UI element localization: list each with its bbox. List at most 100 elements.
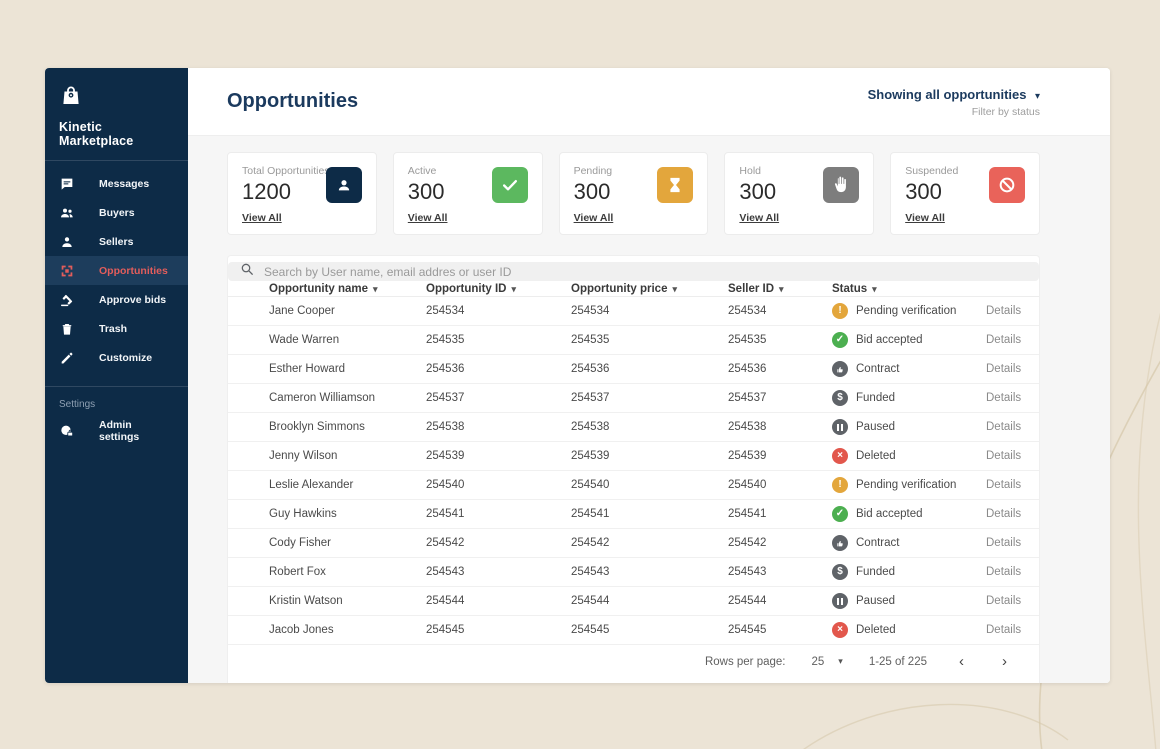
table-row[interactable]: Guy Hawkins 254541 254541 254541 ✓ Bid a… [228, 500, 1039, 529]
opportunity-name-cell: Cody Fisher [269, 537, 426, 549]
opportunity-id-cell: 254537 [426, 392, 571, 404]
brand: Kinetic Marketplace [45, 68, 188, 161]
details-button[interactable]: Details › [986, 624, 1040, 637]
seller-id-cell: 254539 [728, 450, 832, 462]
view-all-link[interactable]: View All [242, 212, 282, 224]
status-label: Funded [856, 392, 895, 404]
sidebar-item-buyers[interactable]: Buyers [45, 198, 188, 227]
details-button[interactable]: Details › [986, 450, 1040, 463]
seller-icon [59, 234, 75, 250]
seller-id-cell: 254535 [728, 334, 832, 346]
table-body: Jane Cooper 254534 254534 254534 ! Pendi… [228, 297, 1039, 645]
shopping-bag-icon [59, 84, 83, 108]
search-bar[interactable] [228, 262, 1039, 281]
table-row[interactable]: Brooklyn Simmons 254538 254538 254538 Pa… [228, 413, 1039, 442]
table-row[interactable]: Jane Cooper 254534 254534 254534 ! Pendi… [228, 297, 1039, 326]
sidebar-item-approve-bids[interactable]: Approve bids [45, 285, 188, 314]
status-label: Paused [856, 595, 895, 607]
status-filter-dropdown[interactable]: Showing all opportunities ▾ Filter by st… [868, 86, 1040, 118]
view-all-link[interactable]: View All [739, 212, 779, 224]
opportunity-id-cell: 254539 [426, 450, 571, 462]
sidebar-item-messages[interactable]: Messages [45, 169, 188, 198]
sidebar-item-sellers[interactable]: Sellers [45, 227, 188, 256]
table-row[interactable]: Robert Fox 254543 254543 254543 $ Funded… [228, 558, 1039, 587]
opportunity-price-cell: 254543 [571, 566, 728, 578]
main-content: Opportunities Showing all opportunities … [188, 68, 1110, 683]
opportunity-price-cell: 254535 [571, 334, 728, 346]
table-row[interactable]: Cameron Williamson 254537 254537 254537 … [228, 384, 1039, 413]
details-label: Details [986, 566, 1021, 578]
status-cell: ! Pending verification [832, 477, 986, 493]
details-label: Details [986, 334, 1021, 346]
sidebar-item-trash[interactable]: Trash [45, 314, 188, 343]
details-label: Details [986, 421, 1021, 433]
sidebar-item-admin-settings[interactable]: Admin settings [45, 416, 188, 445]
chevron-right-icon: › [1039, 624, 1040, 637]
sidebar-item-label: Trash [99, 323, 127, 335]
view-all-link[interactable]: View All [905, 212, 945, 224]
table-row[interactable]: Jacob Jones 254545 254545 254545 × Delet… [228, 616, 1039, 645]
person-badge-icon [326, 167, 362, 203]
view-all-link[interactable]: View All [574, 212, 614, 224]
details-button[interactable]: Details › [986, 392, 1040, 405]
status-funded-icon: $ [832, 390, 848, 406]
hourglass-icon [657, 167, 693, 203]
hand-icon [823, 167, 859, 203]
details-button[interactable]: Details › [986, 566, 1040, 579]
details-button[interactable]: Details › [986, 508, 1040, 521]
admin-lock-icon [59, 423, 75, 439]
opportunity-price-cell: 254538 [571, 421, 728, 433]
search-input[interactable] [264, 265, 1027, 279]
table-row[interactable]: Kristin Watson 254544 254544 254544 Paus… [228, 587, 1039, 616]
chevron-right-icon: › [1039, 421, 1040, 434]
table-row[interactable]: Wade Warren 254535 254535 254535 ✓ Bid a… [228, 326, 1039, 355]
sidebar-item-opportunities[interactable]: Opportunities [45, 256, 188, 285]
status-cell: $ Funded [832, 564, 986, 580]
status-contract-icon [832, 361, 848, 377]
details-button[interactable]: Details › [986, 334, 1040, 347]
chevron-right-icon: › [1039, 595, 1040, 608]
details-button[interactable]: Details › [986, 537, 1040, 550]
table-header-row: Opportunity name▾Opportunity ID▾Opportun… [228, 281, 1039, 297]
table-row[interactable]: Leslie Alexander 254540 254540 254540 ! … [228, 471, 1039, 500]
column-header-seller-id[interactable]: Seller ID▾ [728, 283, 832, 295]
brand-name: Kinetic Marketplace [59, 120, 174, 148]
details-button[interactable]: Details › [986, 595, 1040, 608]
opportunity-id-cell: 254535 [426, 334, 571, 346]
opportunity-id-cell: 254545 [426, 624, 571, 636]
details-button[interactable]: Details › [986, 305, 1040, 318]
rows-per-page-select[interactable]: 25 ▾ [811, 656, 842, 668]
status-contract-icon [832, 535, 848, 551]
column-header-opportunity-name[interactable]: Opportunity name▾ [269, 283, 426, 295]
status-label: Contract [856, 363, 899, 375]
opportunity-id-cell: 254534 [426, 305, 571, 317]
table-row[interactable]: Esther Howard 254536 254536 254536 Contr… [228, 355, 1039, 384]
previous-page-button[interactable]: ‹ [953, 654, 970, 669]
opportunity-id-cell: 254543 [426, 566, 571, 578]
column-header-opportunity-id[interactable]: Opportunity ID▾ [426, 283, 571, 295]
view-all-link[interactable]: View All [408, 212, 448, 224]
opportunity-name-cell: Jenny Wilson [269, 450, 426, 462]
opportunity-id-cell: 254536 [426, 363, 571, 375]
column-header-status[interactable]: Status▾ [832, 283, 986, 295]
details-button[interactable]: Details › [986, 479, 1040, 492]
table-row[interactable]: Jenny Wilson 254539 254539 254539 × Dele… [228, 442, 1039, 471]
table-row[interactable]: Cody Fisher 254542 254542 254542 Contrac… [228, 529, 1039, 558]
status-label: Bid accepted [856, 508, 923, 520]
details-button[interactable]: Details › [986, 363, 1040, 376]
details-label: Details [986, 479, 1021, 491]
opportunity-id-cell: 254542 [426, 537, 571, 549]
sidebar-item-customize[interactable]: Customize [45, 343, 188, 372]
details-label: Details [986, 624, 1021, 636]
blocked-icon [989, 167, 1025, 203]
opportunity-name-cell: Brooklyn Simmons [269, 421, 426, 433]
sidebar-item-label: Admin settings [99, 419, 174, 443]
next-page-button[interactable]: › [996, 654, 1013, 669]
details-label: Details [986, 305, 1021, 317]
opportunity-name-cell: Cameron Williamson [269, 392, 426, 404]
opportunity-price-cell: 254542 [571, 537, 728, 549]
opportunity-price-cell: 254545 [571, 624, 728, 636]
column-header-opportunity-price[interactable]: Opportunity price▾ [571, 283, 728, 295]
details-button[interactable]: Details › [986, 421, 1040, 434]
seller-id-cell: 254542 [728, 537, 832, 549]
